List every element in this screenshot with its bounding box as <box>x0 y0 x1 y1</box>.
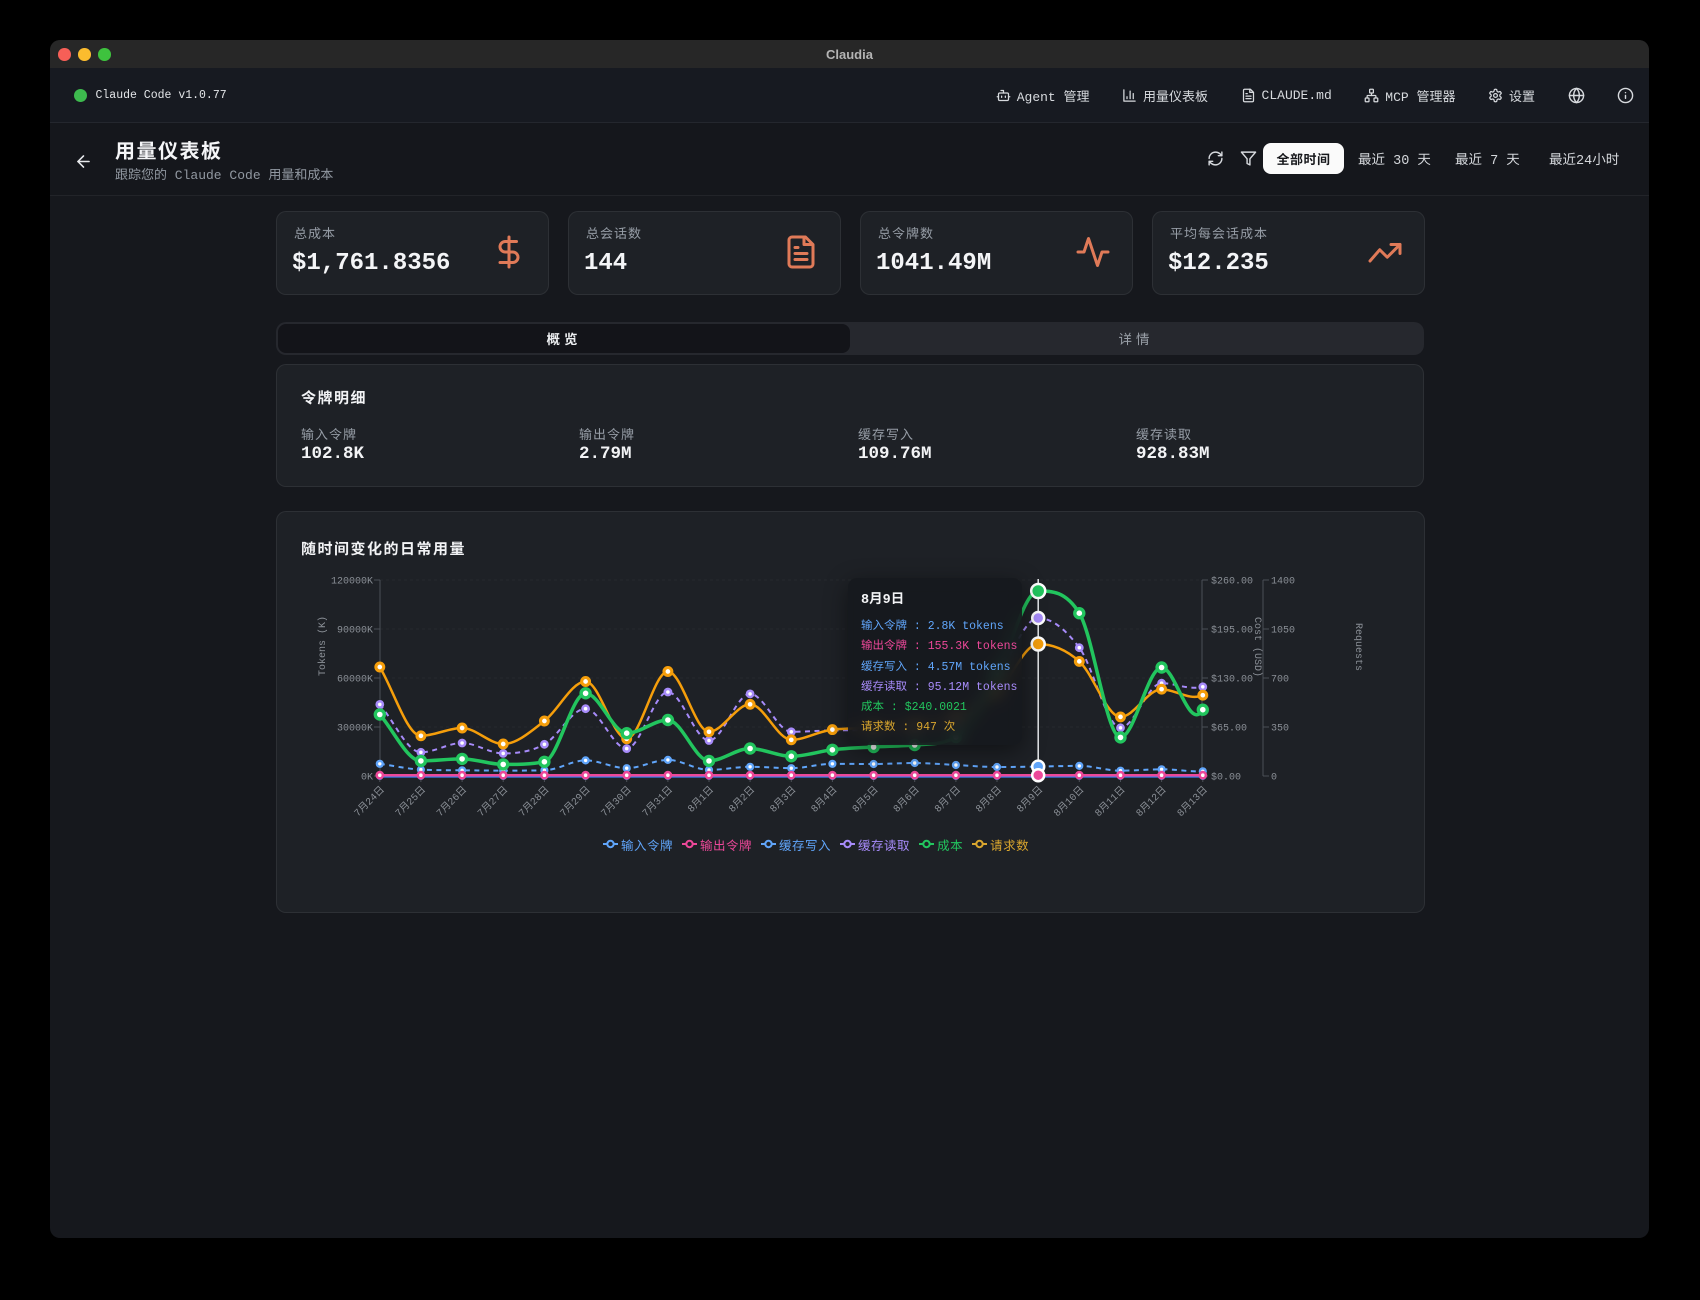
svg-text:7月24日: 7月24日 <box>352 784 387 819</box>
svg-text:7月31日: 7月31日 <box>640 784 675 819</box>
svg-text:700: 700 <box>1271 675 1289 686</box>
svg-text:8月6日: 8月6日 <box>891 784 922 815</box>
svg-text:$0.00: $0.00 <box>1211 772 1241 784</box>
svg-text:Requests: Requests <box>1352 623 1363 671</box>
svg-text:90000K: 90000K <box>337 626 373 637</box>
svg-text:0K: 0K <box>361 773 373 784</box>
svg-text:8月12日: 8月12日 <box>1134 784 1169 819</box>
svg-text:8月10日: 8月10日 <box>1052 784 1087 819</box>
svg-text:Tokens (K): Tokens (K) <box>317 616 329 676</box>
svg-text:$130.00: $130.00 <box>1211 674 1253 686</box>
svg-text:1400: 1400 <box>1271 577 1295 588</box>
svg-text:7月27日: 7月27日 <box>476 784 511 819</box>
svg-text:$65.00: $65.00 <box>1211 723 1247 735</box>
svg-text:7月30日: 7月30日 <box>599 784 634 819</box>
svg-text:7月29日: 7月29日 <box>558 784 593 819</box>
svg-text:8月5日: 8月5日 <box>850 784 881 815</box>
svg-text:7月25日: 7月25日 <box>393 784 428 819</box>
svg-text:8月11日: 8月11日 <box>1093 784 1128 819</box>
svg-text:8月4日: 8月4日 <box>809 784 840 815</box>
svg-text:1050: 1050 <box>1271 626 1295 637</box>
svg-text:Cost (USD): Cost (USD) <box>1251 617 1263 677</box>
svg-text:120000K: 120000K <box>331 577 373 588</box>
svg-text:$195.00: $195.00 <box>1211 625 1253 637</box>
svg-text:8月9日: 8月9日 <box>1015 784 1046 815</box>
svg-text:8月3日: 8月3日 <box>768 784 799 815</box>
svg-text:7月28日: 7月28日 <box>517 784 552 819</box>
svg-text:8月1日: 8月1日 <box>686 784 717 815</box>
svg-text:30000K: 30000K <box>337 724 373 735</box>
svg-text:$260.00: $260.00 <box>1211 576 1253 588</box>
svg-text:8月8日: 8月8日 <box>974 784 1005 815</box>
svg-text:8月2日: 8月2日 <box>727 784 758 815</box>
svg-text:8月7日: 8月7日 <box>933 784 964 815</box>
svg-text:7月26日: 7月26日 <box>435 784 470 819</box>
svg-text:8月13日: 8月13日 <box>1175 784 1210 819</box>
svg-text:0: 0 <box>1271 773 1277 784</box>
svg-text:350: 350 <box>1271 724 1289 735</box>
svg-text:60000K: 60000K <box>337 675 373 686</box>
